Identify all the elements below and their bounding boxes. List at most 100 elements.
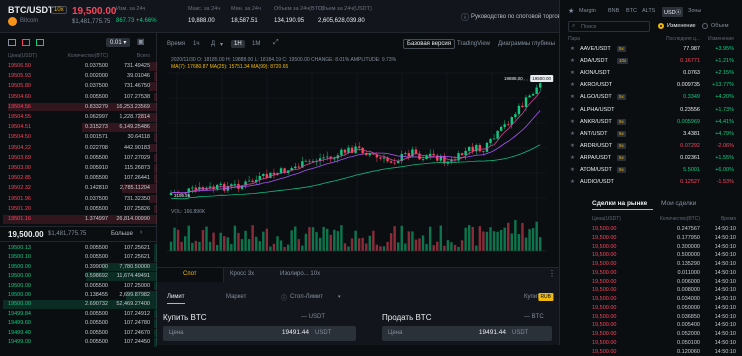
tab-isolated[interactable]: Изолиро... 10x <box>280 271 320 277</box>
star-icon[interactable]: ★ <box>570 177 575 187</box>
col-change[interactable]: Изменение <box>700 36 734 42</box>
sell-price-input[interactable]: Цена 19491.44 USDT <box>382 326 552 341</box>
radio-volume[interactable] <box>702 23 708 29</box>
ask-row[interactable]: 19501.161.37499726,814.00990 <box>0 215 157 224</box>
market-row[interactable]: ★ADA/USDT10x0.16771+1.21% <box>560 56 742 66</box>
tab-cross[interactable]: Кросс 3x <box>230 271 254 277</box>
bid-row[interactable]: 19500.000.005500107.25000 <box>0 282 157 291</box>
bid-price: 19499.40 <box>8 329 31 338</box>
tab-my-trades[interactable]: Мои сделки <box>661 200 696 207</box>
ask-row[interactable]: 19505.800.037500731.46750 <box>0 82 157 91</box>
star-icon[interactable]: ★ <box>570 92 575 102</box>
tab-alts[interactable]: ALTS <box>642 8 655 14</box>
order-stop-limit[interactable]: Стоп-Лимит <box>290 294 323 300</box>
order-market[interactable]: Маркет <box>226 294 246 300</box>
buy-currency-badge[interactable]: RUB <box>538 293 553 301</box>
star-icon[interactable]: ★ <box>570 117 575 127</box>
trade-time: 14:50:10 <box>702 321 736 330</box>
ask-row[interactable]: 19504.550.0629971,228.72814 <box>0 113 157 122</box>
toggle-volume[interactable]: Объем <box>711 23 729 29</box>
star-icon[interactable]: ★ <box>570 129 575 139</box>
spot-guide-link[interactable]: Руководство по спотовой торговле <box>471 14 568 20</box>
order-limit[interactable]: Лимит <box>167 294 185 300</box>
col-last-price[interactable]: Последняя ц... <box>656 36 700 42</box>
market-row[interactable]: ★AUDIO/USDT0.12527-1.53% <box>560 177 742 187</box>
bid-row[interactable]: 19499.600.005500107.24780 <box>0 319 157 328</box>
bid-row[interactable]: 19500.002.69073252,469.27400 <box>0 300 157 309</box>
price-chart[interactable] <box>157 33 559 267</box>
info-icon[interactable]: ⓘ <box>281 293 287 302</box>
star-icon[interactable]: ★ <box>570 56 575 66</box>
ask-row[interactable]: 19504.600.005500107.27538 <box>0 93 157 102</box>
tab-market-trades[interactable]: Сделки на рынке <box>592 200 647 207</box>
ask-price: 19502.85 <box>8 174 31 183</box>
market-row[interactable]: ★ALGO/USDT5x0.3349+4.20% <box>560 92 742 102</box>
trade-qty: 0.300000 <box>652 243 700 252</box>
star-icon[interactable]: ★ <box>570 80 575 90</box>
bid-row[interactable]: 19500.130.005500107.25621 <box>0 244 157 253</box>
star-icon[interactable]: ★ <box>568 7 574 15</box>
coin-name[interactable]: Bitcoin <box>20 18 38 24</box>
market-row[interactable]: ★ANKR/USDT5x0.005969+4.41% <box>560 117 742 127</box>
tab-zones[interactable]: Зоны <box>688 8 701 14</box>
market-row[interactable]: ★AAVE/USDT5x77.987+3.95% <box>560 44 742 54</box>
star-icon[interactable]: ★ <box>570 68 575 78</box>
tab-margin[interactable]: Margin <box>579 8 596 14</box>
star-icon[interactable]: ★ <box>570 44 575 54</box>
toggle-change[interactable]: Изменение <box>667 23 696 29</box>
market-row[interactable]: ★ARPA/USDT5x0.02361+1.55% <box>560 153 742 163</box>
bid-row[interactable]: 19500.000.3990007,780.50000 <box>0 263 157 272</box>
ask-row[interactable]: 19504.220.022708442.90183 <box>0 144 157 153</box>
star-icon[interactable]: ★ <box>570 153 575 163</box>
market-row[interactable]: ★ALPHA/USDT0.23556+1.73% <box>560 105 742 115</box>
bid-total: 107.25621 <box>104 244 150 253</box>
info-icon[interactable]: ⓘ <box>461 12 469 23</box>
book-asks-icon[interactable] <box>22 39 30 46</box>
chevron-right-icon[interactable]: › <box>140 229 142 236</box>
col-pair[interactable]: Пара <box>568 36 580 42</box>
tab-usd[interactable]: USDⓢ <box>662 7 683 17</box>
ask-row[interactable]: 19504.500.00157130.64118 <box>0 133 157 142</box>
ask-price: 19504.60 <box>8 93 31 102</box>
ask-price: 19502.32 <box>8 184 31 193</box>
ask-row[interactable]: 19501.960.037500731.32350 <box>0 195 157 204</box>
ask-row[interactable]: 19503.000.005910115.26873 <box>0 164 157 173</box>
radio-change[interactable] <box>658 23 664 29</box>
tab-spot[interactable]: Спот <box>183 271 197 277</box>
more-icon[interactable]: ⋮ <box>548 269 556 278</box>
market-row[interactable]: ★AION/USDT0.0763+2.15% <box>560 68 742 78</box>
pair-title[interactable]: BTC/USDT <box>8 5 54 15</box>
bid-row[interactable]: 19499.000.005500107.24450 <box>0 338 157 347</box>
star-icon[interactable]: ★ <box>570 165 575 175</box>
chevron-down-icon[interactable]: ▾ <box>338 294 341 300</box>
tab-btc[interactable]: BTC <box>626 8 637 14</box>
market-price: 0.0763 <box>656 68 700 78</box>
market-row[interactable]: ★ANT/USDT5x3.4381+4.79% <box>560 129 742 139</box>
bid-row[interactable]: 19500.000.1384552,699.87982 <box>0 291 157 300</box>
ask-row[interactable]: 19503.690.005500107.27029 <box>0 154 157 163</box>
market-row[interactable]: ★ATOM/USDT5x5.5001+6.00% <box>560 165 742 175</box>
precision-select[interactable]: 0.01 ▾ <box>106 38 130 47</box>
settings-icon[interactable]: ▣ <box>137 37 145 46</box>
book-bids-icon[interactable] <box>36 39 44 46</box>
ask-row[interactable]: 19506.500.037500731.49425 <box>0 62 157 71</box>
bid-row[interactable]: 19499.840.005500107.24912 <box>0 310 157 319</box>
ask-row[interactable]: 19502.320.1428102,785.11204 <box>0 184 157 193</box>
more-link[interactable]: Больше <box>111 231 133 237</box>
buy-price-input[interactable]: Цена 19491.44 USDT <box>163 326 356 341</box>
ask-row[interactable]: 19504.510.3152736,149.25486 <box>0 123 157 132</box>
market-search-input[interactable]: ⌕ Поиск <box>568 21 650 32</box>
market-row[interactable]: ★ARDR/USDT5x0.07292-2.06% <box>560 141 742 151</box>
ask-row[interactable]: 19501.200.005500107.25826 <box>0 205 157 214</box>
bid-row[interactable]: 19500.000.59869211,674.49491 <box>0 272 157 281</box>
book-both-icon[interactable] <box>8 39 16 46</box>
star-icon[interactable]: ★ <box>570 141 575 151</box>
star-icon[interactable]: ★ <box>570 105 575 115</box>
ask-row[interactable]: 19505.930.00200039.01046 <box>0 72 157 81</box>
bid-row[interactable]: 19500.100.005500107.25621 <box>0 253 157 262</box>
bid-row[interactable]: 19499.400.005500107.24670 <box>0 329 157 338</box>
tab-bnb[interactable]: BNB <box>608 8 619 14</box>
ask-row[interactable]: 19504.560.83327916,253.23569 <box>0 103 157 112</box>
market-row[interactable]: ★AKRO/USDT0.009735+13.77% <box>560 80 742 90</box>
ask-row[interactable]: 19502.850.005500107.26441 <box>0 174 157 183</box>
